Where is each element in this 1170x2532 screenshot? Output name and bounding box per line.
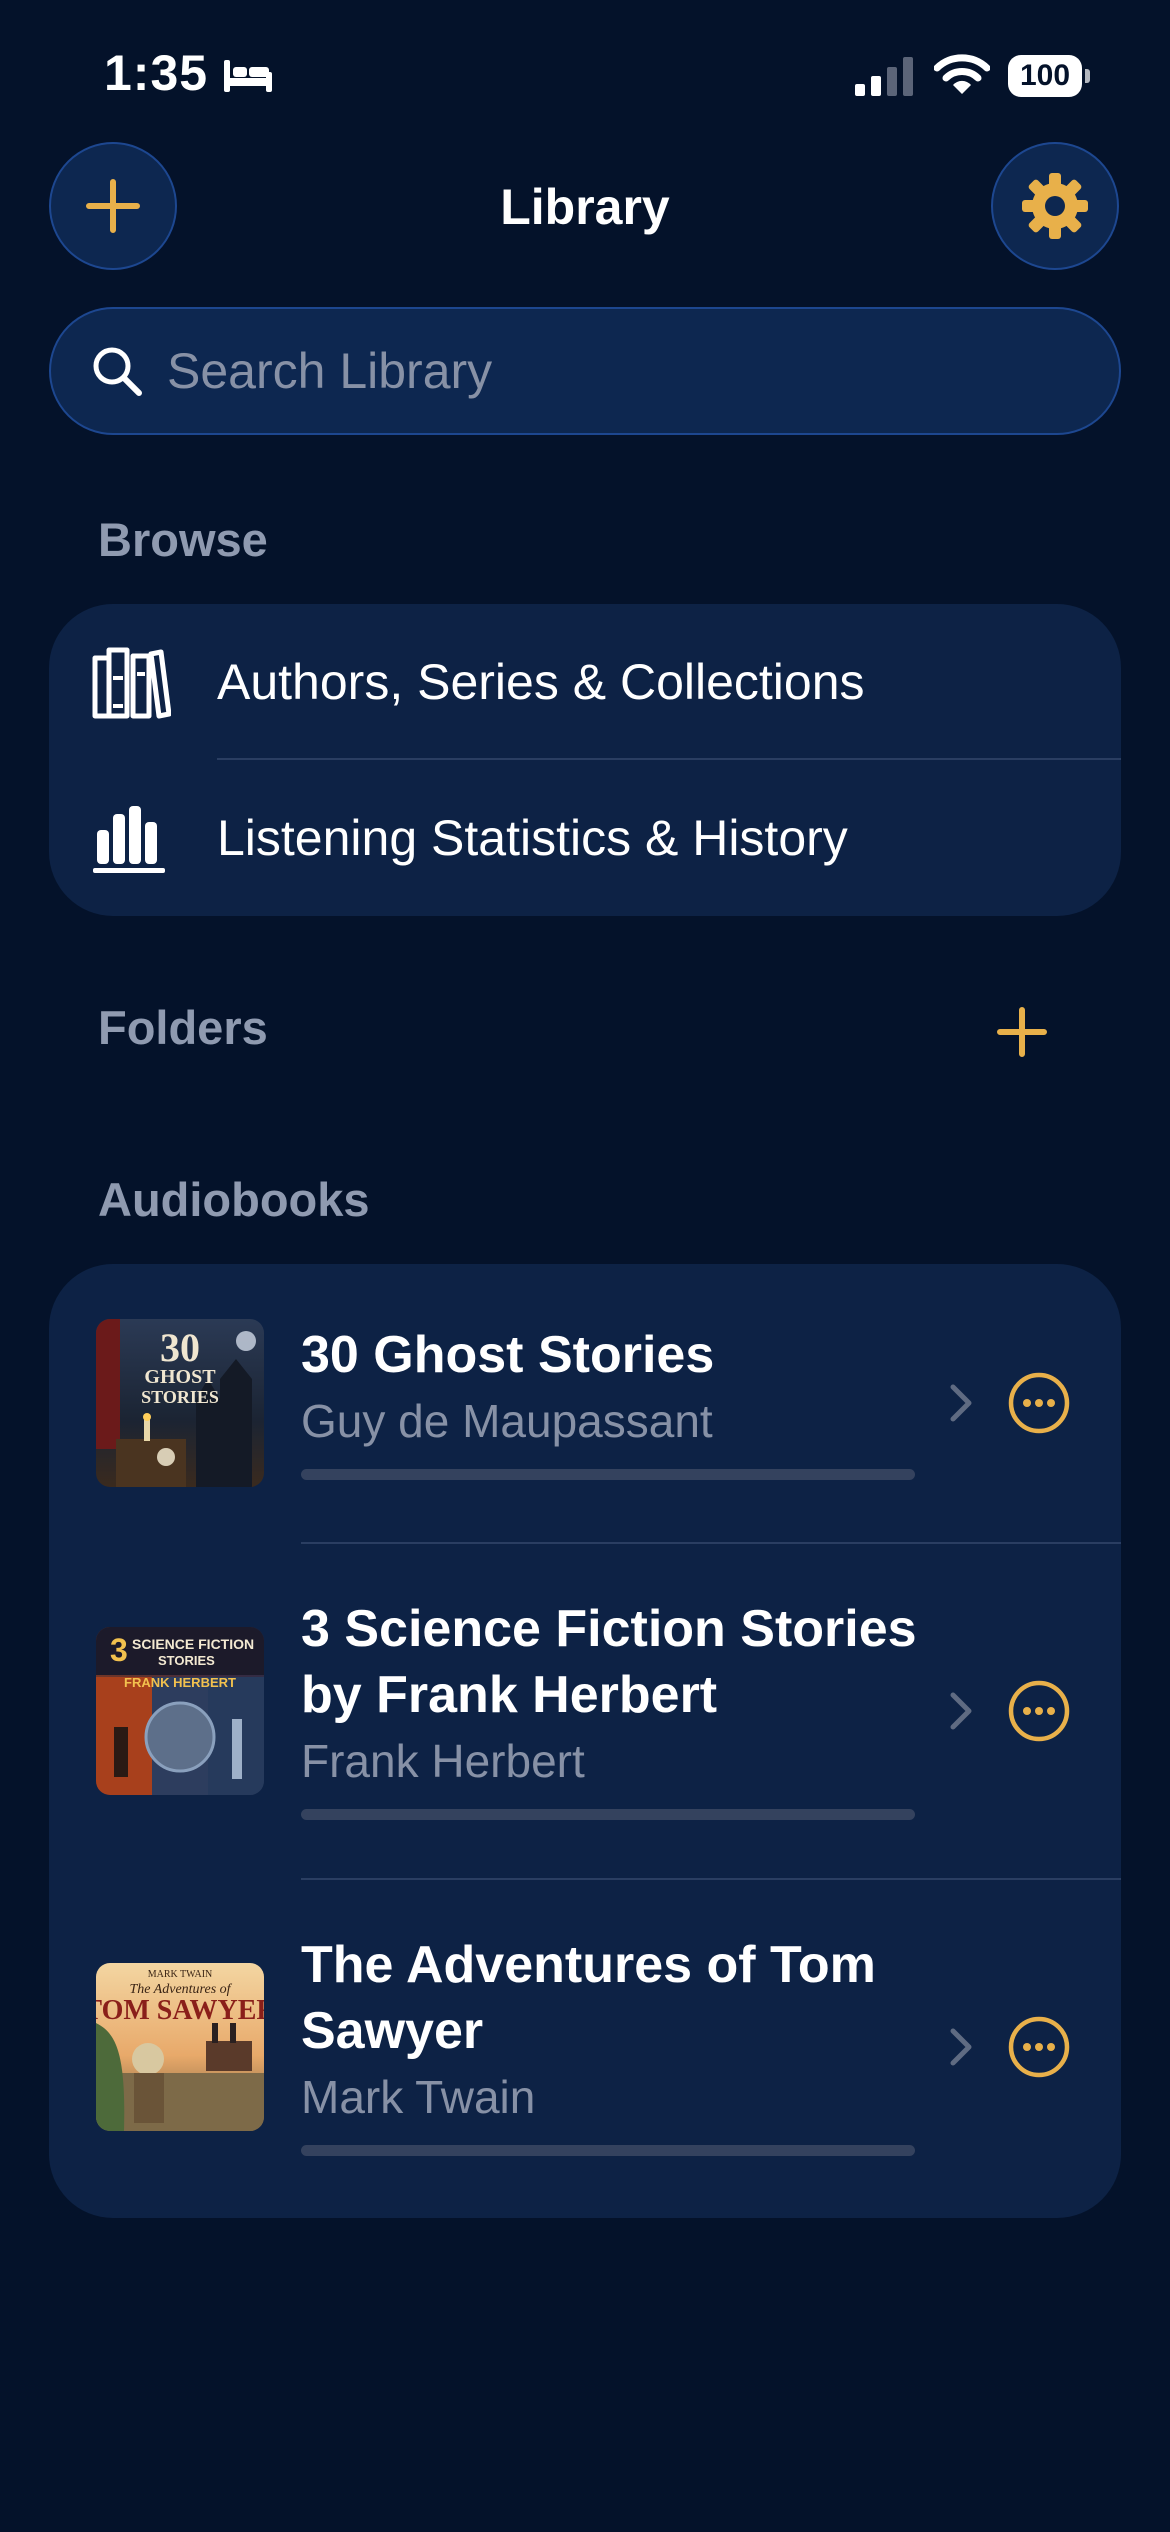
audiobooks-header: Audiobooks <box>98 1173 370 1226</box>
chevron-right-icon <box>950 1384 972 1422</box>
battery-tip <box>1085 69 1090 83</box>
search-input[interactable] <box>167 309 1067 433</box>
book-author: Guy de Maupassant <box>301 1395 713 1447</box>
progress-bar <box>301 1809 915 1820</box>
books-icon <box>92 647 171 719</box>
chevron-right-icon <box>950 2028 972 2066</box>
book-title: The Adventures of Tom Sawyer <box>301 1936 876 2060</box>
book-cover: 30 GHOST STORIES <box>96 1319 264 1487</box>
cover-text: STORIES <box>141 1387 219 1407</box>
browse-item-statistics[interactable]: Listening Statistics & History <box>49 760 1121 916</box>
more-options-icon[interactable] <box>1007 1371 1071 1435</box>
bar-chart-icon <box>93 806 165 873</box>
progress-bar <box>301 1469 915 1480</box>
bed-icon <box>224 60 272 92</box>
add-folder-icon[interactable] <box>992 1002 1052 1062</box>
wifi-icon <box>934 54 990 94</box>
cover-text: 30 <box>160 1325 200 1370</box>
audiobooks-card: 30 GHOST STORIES 30 Ghost Stories Guy de… <box>49 1264 1121 2218</box>
progress-bar <box>301 2145 915 2156</box>
chevron-right-icon <box>950 1692 972 1730</box>
cover-text: STORIES <box>158 1653 215 1668</box>
list-item[interactable]: 3 SCIENCE FICTION STORIES FRANK HERBERT … <box>49 1544 1121 1878</box>
folders-header: Folders <box>98 1001 268 1054</box>
cover-text: 3 <box>110 1632 128 1668</box>
settings-button[interactable] <box>991 142 1119 270</box>
browse-item-label: Listening Statistics & History <box>217 810 848 866</box>
book-title: 30 Ghost Stories <box>301 1326 715 1384</box>
cover-text: GHOST <box>144 1366 216 1388</box>
more-options-icon[interactable] <box>1007 2015 1071 2079</box>
search-icon <box>93 347 142 396</box>
search-bar[interactable] <box>49 307 1121 435</box>
gear-icon <box>1022 173 1088 239</box>
cellular-signal-icon <box>855 57 913 96</box>
status-bar: 1:35 100 <box>0 0 1170 150</box>
battery-level: 100 <box>1008 55 1082 97</box>
cover-text: TOM SAWYER <box>96 1995 264 2026</box>
cover-text: FRANK HERBERT <box>124 1675 236 1690</box>
cover-text: SCIENCE FICTION <box>132 1636 254 1652</box>
cover-text: MARK TWAIN <box>148 1969 213 1980</box>
battery-icon: 100 <box>1008 55 1090 97</box>
list-item[interactable]: MARK TWAIN The Adventures of TOM SAWYER … <box>49 1880 1121 2218</box>
book-title: 3 Science Fiction Stories by Frank Herbe… <box>301 1600 917 1724</box>
browse-item-authors[interactable]: Authors, Series & Collections <box>49 604 1121 760</box>
book-cover: MARK TWAIN The Adventures of TOM SAWYER <box>96 1963 264 2131</box>
status-time: 1:35 <box>104 45 209 101</box>
book-cover: 3 SCIENCE FICTION STORIES FRANK HERBERT <box>96 1627 264 1795</box>
list-item[interactable]: 30 GHOST STORIES 30 Ghost Stories Guy de… <box>49 1264 1121 1542</box>
book-author: Mark Twain <box>301 2071 536 2123</box>
browse-card: Authors, Series & Collections Listening … <box>49 604 1121 916</box>
browse-item-label: Authors, Series & Collections <box>217 654 865 710</box>
more-options-icon[interactable] <box>1007 1679 1071 1743</box>
book-author: Frank Herbert <box>301 1735 585 1787</box>
browse-header: Browse <box>98 513 268 566</box>
